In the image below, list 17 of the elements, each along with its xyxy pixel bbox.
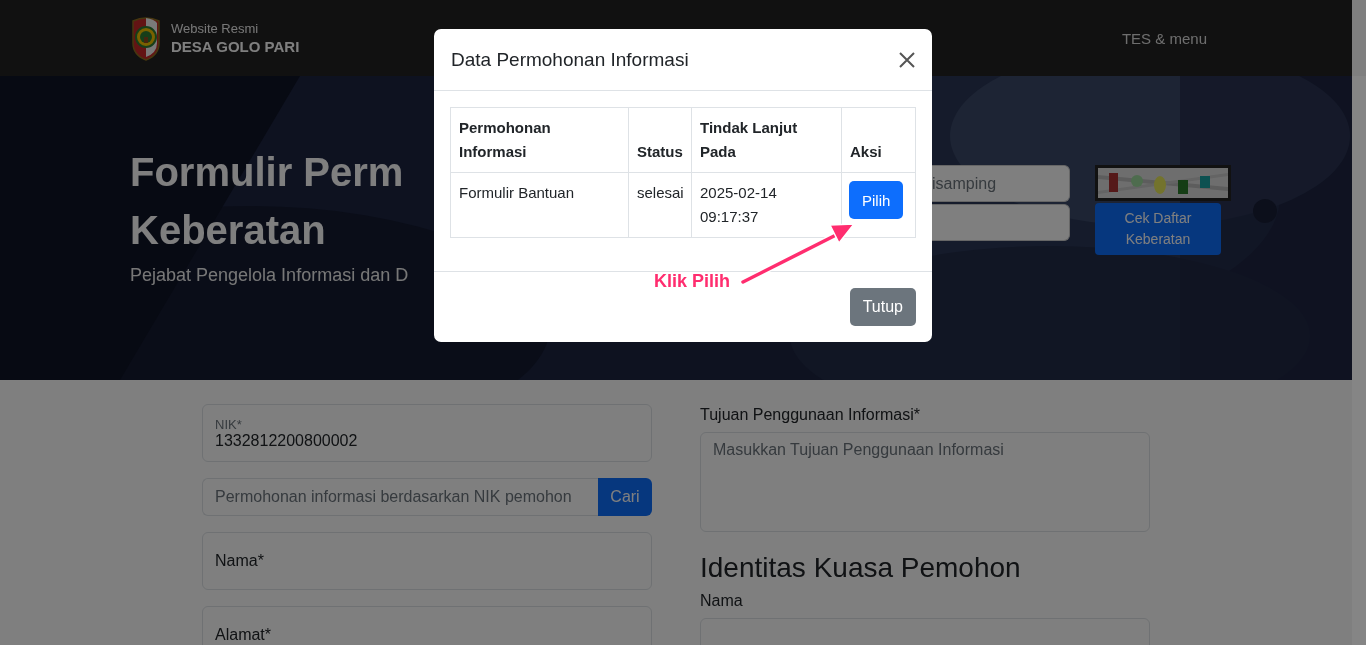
modal-title: Data Permohonan Informasi: [451, 48, 689, 71]
field-label: Nama: [700, 592, 744, 610]
floating-field[interactable]: NIK* 1332812200800002: [202, 404, 652, 462]
field-label: Tujuan Penggunaan Informasi*: [700, 406, 921, 424]
site-subtitle: Website Resmi: [171, 21, 260, 36]
search-button[interactable]: Cari: [598, 478, 652, 516]
field-label: NIK*: [215, 416, 243, 432]
section-heading: Identitas Kuasa Pemohon: [700, 552, 1022, 584]
field-label: Alamat*: [215, 626, 273, 644]
site-title: DESA GOLO PARI: [171, 38, 300, 55]
search-field[interactable]: Permohonan informasi berdasarkan NIK pemohon: [202, 478, 598, 516]
textarea-field[interactable]: Masukkan Tujuan Penggunaan Informasi: [700, 432, 1150, 532]
floating-field[interactable]: Alamat*: [202, 606, 652, 645]
field-value: 1332812200800002: [215, 431, 359, 450]
floating-field[interactable]: Nama*: [202, 532, 652, 590]
field-label: Nama*: [215, 552, 265, 570]
nav-menu-link[interactable]: TES & menu: [1121, 29, 1207, 47]
